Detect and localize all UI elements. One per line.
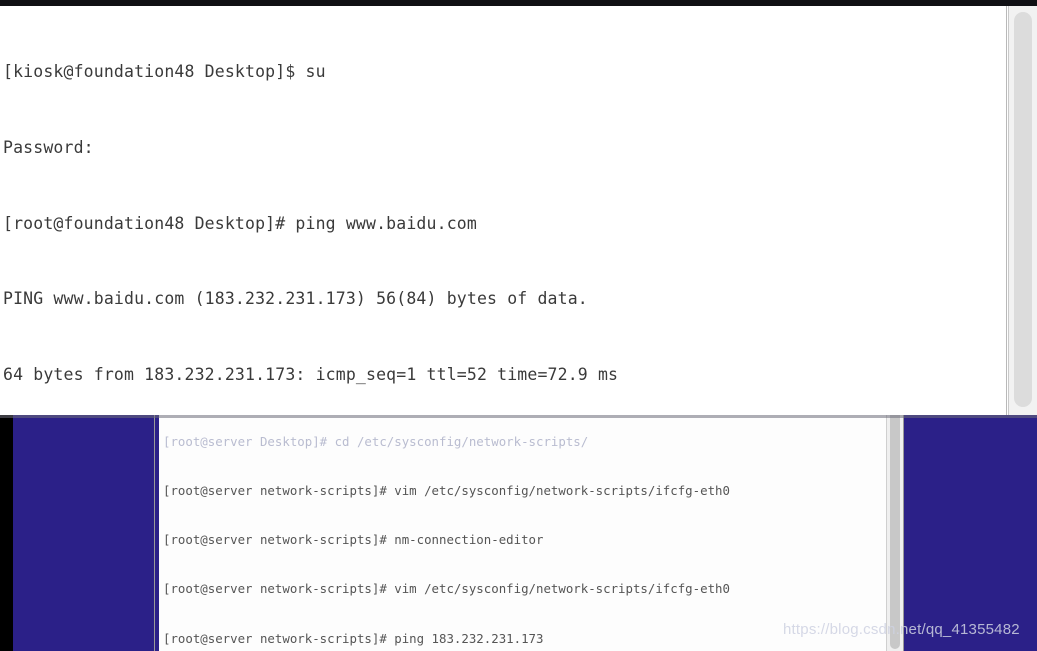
background-terminal-scrollbar-thumb[interactable] bbox=[890, 406, 900, 649]
foreground-terminal-scrollbar[interactable] bbox=[1008, 6, 1037, 415]
foreground-terminal-lines: [kiosk@foundation48 Desktop]$ su Passwor… bbox=[3, 9, 1006, 415]
background-terminal-lines: [root@server Desktop]# cd /etc/sysconfig… bbox=[163, 404, 730, 651]
terminal-line: [root@server network-scripts]# ping 183.… bbox=[163, 630, 544, 646]
background-terminal-scrollbar[interactable] bbox=[886, 404, 903, 651]
foreground-terminal-scrollbar-thumb[interactable] bbox=[1014, 12, 1032, 407]
foreground-window-shadow bbox=[0, 415, 1037, 418]
terminal-line: [root@server network-scripts]# nm-connec… bbox=[163, 532, 544, 548]
desktop-left-black-strip bbox=[0, 410, 13, 651]
foreground-terminal-text-area[interactable]: [kiosk@foundation48 Desktop]$ su Passwor… bbox=[0, 6, 1007, 415]
terminal-line: [root@server network-scripts]# vim /etc/… bbox=[163, 581, 730, 597]
terminal-line: 64 bytes from 183.232.231.173: icmp_seq=… bbox=[3, 364, 619, 384]
terminal-line: [root@foundation48 Desktop]# ping www.ba… bbox=[3, 213, 477, 233]
background-terminal-text-area[interactable]: [root@server Desktop]# cd /etc/sysconfig… bbox=[155, 404, 886, 651]
terminal-line: Password: bbox=[3, 138, 94, 157]
terminal-line: PING www.baidu.com (183.232.231.173) 56(… bbox=[3, 289, 588, 309]
background-terminal-window[interactable]: [root@server Desktop]# cd /etc/sysconfig… bbox=[155, 404, 903, 651]
foreground-terminal-window[interactable]: [kiosk@foundation48 Desktop]$ su Passwor… bbox=[0, 0, 1037, 415]
screenshot-root: [root@server Desktop]# cd /etc/sysconfig… bbox=[0, 0, 1037, 651]
background-terminal-left-accent bbox=[155, 404, 159, 651]
terminal-line: [root@server Desktop]# cd /etc/sysconfig… bbox=[163, 433, 589, 449]
watermark: https://blog.csdn.net/qq_41355482 bbox=[783, 621, 1020, 638]
terminal-line: [kiosk@foundation48 Desktop]$ su bbox=[3, 62, 326, 82]
terminal-line: [root@server network-scripts]# vim /etc/… bbox=[163, 483, 730, 499]
